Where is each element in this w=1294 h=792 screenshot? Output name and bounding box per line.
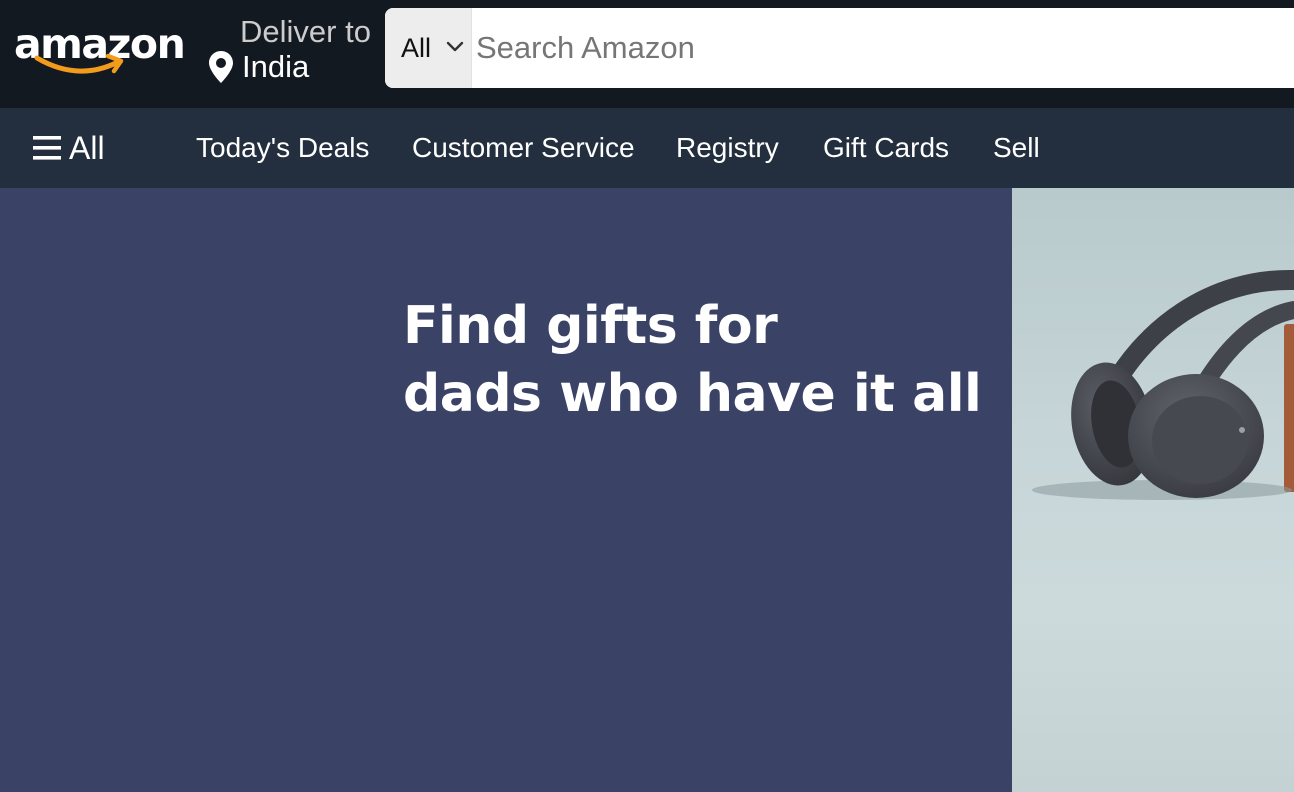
chevron-down-icon [446, 41, 464, 52]
nav-link-todays-deals[interactable]: Today's Deals [196, 130, 369, 166]
hero-headline-line2: dads who have it all [403, 364, 982, 424]
all-menu-label: All [69, 130, 105, 166]
search-category-label: All [401, 33, 432, 63]
headphones-image [1012, 188, 1294, 792]
search-input[interactable] [473, 8, 1294, 88]
hamburger-menu-icon [33, 136, 61, 160]
search-category-dropdown[interactable]: All [385, 8, 472, 88]
search-bar: All [385, 8, 1294, 88]
nav-link-gift-cards[interactable]: Gift Cards [823, 130, 949, 166]
location-pin-icon [209, 51, 233, 83]
nav-link-sell[interactable]: Sell [993, 130, 1040, 166]
headphones-icon [1032, 269, 1294, 500]
top-header: amazon Deliver to India All [0, 0, 1294, 108]
deliver-to-label: Deliver to [240, 14, 371, 49]
deliver-to[interactable]: Deliver to India [204, 8, 384, 92]
logo-smile-icon [34, 53, 124, 74]
hero-headline: Find gifts for dads who have it all [403, 292, 982, 428]
nav-link-customer-service[interactable]: Customer Service [412, 130, 635, 166]
hero-headline-line1: Find gifts for [403, 296, 778, 356]
main-nav: All Today's Deals Customer Service Regis… [0, 108, 1294, 188]
deliver-to-location: India [242, 49, 310, 84]
amazon-logo[interactable]: amazon [12, 18, 186, 84]
nav-link-registry[interactable]: Registry [676, 130, 779, 166]
hero-banner[interactable]: Find gifts for dads who have it all [0, 188, 1294, 792]
